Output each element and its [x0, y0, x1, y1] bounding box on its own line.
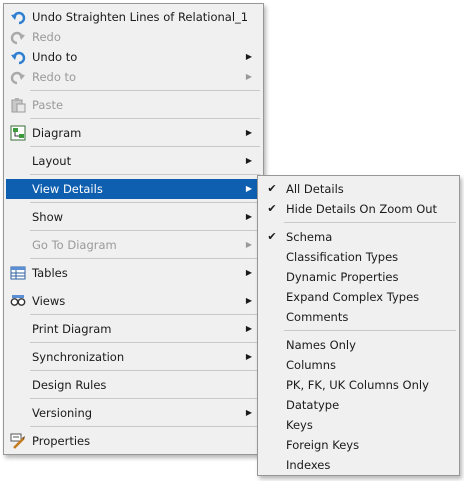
menu-item-synchronization[interactable]: Synchronization ▶: [6, 347, 261, 367]
submenu-arrow-icon: ▶: [245, 212, 252, 221]
menu-item-properties[interactable]: Properties: [6, 431, 261, 451]
menu-item-tables[interactable]: Tables ▶: [6, 263, 261, 283]
menu-item-views[interactable]: Views ▶: [6, 291, 261, 311]
menu-separator: [30, 342, 260, 343]
menu-item-undo-to[interactable]: Undo to ▶: [6, 47, 261, 67]
undo-icon: [10, 49, 26, 65]
view-details-submenu: ✔ All Details ✔ Hide Details On Zoom Out…: [257, 175, 460, 476]
context-menu: Undo Straighten Lines of Relational_1 Re…: [3, 3, 264, 455]
submenu-item-names-only[interactable]: Names Only: [260, 335, 457, 355]
submenu-arrow-icon: ▶: [245, 352, 252, 361]
menu-separator: [30, 118, 260, 119]
menu-separator: [30, 258, 260, 259]
submenu-item-pk-fk-uk-columns-only[interactable]: PK, FK, UK Columns Only: [260, 375, 457, 395]
submenu-item-schema[interactable]: ✔ Schema: [260, 227, 457, 247]
submenu-item-indexes[interactable]: Indexes: [260, 455, 457, 475]
submenu-arrow-icon: ▶: [245, 184, 252, 193]
submenu-arrow-icon: ▶: [245, 128, 252, 137]
menu-item-design-rules[interactable]: Design Rules: [6, 375, 261, 395]
tables-icon: [10, 265, 26, 281]
menu-separator: [30, 314, 260, 315]
menu-item-undo[interactable]: Undo Straighten Lines of Relational_1: [6, 7, 261, 27]
submenu-arrow-icon: ▶: [245, 324, 252, 333]
menu-separator: [30, 370, 260, 371]
submenu-arrow-icon: ▶: [245, 268, 252, 277]
menu-item-view-details[interactable]: View Details ▶: [6, 179, 261, 199]
menu-separator: [30, 174, 260, 175]
menu-item-diagram[interactable]: Diagram ▶: [6, 123, 261, 143]
menu-item-show[interactable]: Show ▶: [6, 207, 261, 227]
checkmark-icon: ✔: [267, 182, 277, 195]
submenu-item-hide-details-on-zoom-out[interactable]: ✔ Hide Details On Zoom Out: [260, 199, 457, 219]
submenu-arrow-icon: ▶: [245, 72, 252, 81]
submenu-item-datatype[interactable]: Datatype: [260, 395, 457, 415]
submenu-item-keys[interactable]: Keys: [260, 415, 457, 435]
submenu-arrow-icon: ▶: [245, 240, 252, 249]
menu-item-go-to-diagram[interactable]: Go To Diagram ▶: [6, 235, 261, 255]
menu-separator: [30, 230, 260, 231]
submenu-item-classification-types[interactable]: Classification Types: [260, 247, 457, 267]
checkmark-icon: ✔: [267, 202, 277, 215]
submenu-arrow-icon: ▶: [245, 52, 252, 61]
redo-icon: [10, 29, 26, 45]
menu-separator: [284, 222, 456, 223]
menu-separator: [30, 426, 260, 427]
paste-icon: [10, 97, 26, 113]
menu-separator: [30, 146, 260, 147]
submenu-item-foreign-keys[interactable]: Foreign Keys: [260, 435, 457, 455]
undo-icon: [10, 9, 26, 25]
views-icon: [10, 293, 26, 309]
menu-separator: [30, 202, 260, 203]
menu-separator: [284, 330, 456, 331]
diagram-icon: [10, 125, 26, 141]
menu-separator: [30, 90, 260, 91]
checkmark-icon: ✔: [267, 230, 277, 243]
submenu-item-comments[interactable]: Comments: [260, 307, 457, 327]
menu-separator: [30, 398, 260, 399]
menu-item-print-diagram[interactable]: Print Diagram ▶: [6, 319, 261, 339]
submenu-item-all-details[interactable]: ✔ All Details: [260, 179, 457, 199]
submenu-arrow-icon: ▶: [245, 408, 252, 417]
menu-item-redo[interactable]: Redo: [6, 27, 261, 47]
redo-icon: [10, 69, 26, 85]
submenu-item-expand-complex-types[interactable]: Expand Complex Types: [260, 287, 457, 307]
menu-item-layout[interactable]: Layout ▶: [6, 151, 261, 171]
submenu-item-dynamic-properties[interactable]: Dynamic Properties: [260, 267, 457, 287]
properties-icon: [10, 433, 26, 449]
submenu-arrow-icon: ▶: [245, 296, 252, 305]
menu-item-redo-to[interactable]: Redo to ▶: [6, 67, 261, 87]
menu-item-versioning[interactable]: Versioning ▶: [6, 403, 261, 423]
submenu-arrow-icon: ▶: [245, 156, 252, 165]
menu-item-paste[interactable]: Paste: [6, 95, 261, 115]
submenu-item-columns[interactable]: Columns: [260, 355, 457, 375]
